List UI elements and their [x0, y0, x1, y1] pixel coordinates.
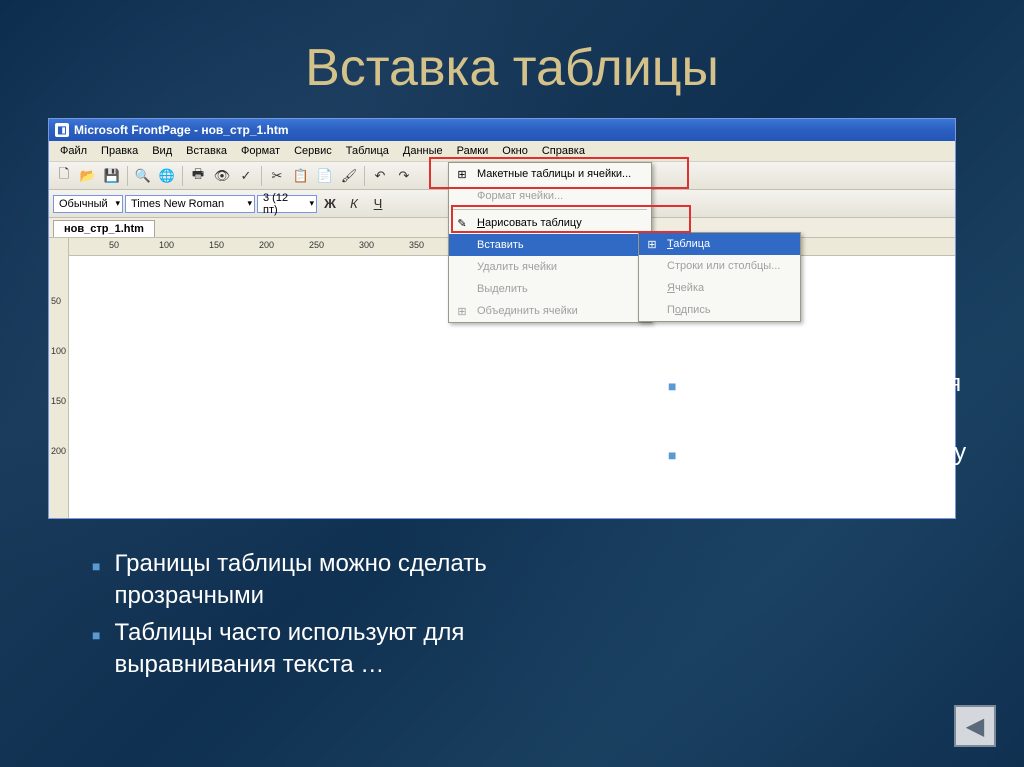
table-dropdown-menu: ⊞ Макетные таблицы и ячейки... Формат яч…	[448, 162, 652, 323]
spell-icon[interactable]: ✓	[235, 165, 257, 187]
menu-merge-cells: ⊞ Объединить ячейки	[449, 300, 651, 322]
font-dropdown[interactable]: Times New Roman	[125, 195, 255, 213]
underline-icon[interactable]: Ч	[367, 193, 389, 215]
format-painter-icon[interactable]: 🖌	[338, 165, 360, 187]
slide-title: Вставка таблицы	[0, 0, 1024, 98]
submenu-table[interactable]: ⊞ Таблица	[639, 233, 800, 255]
menu-draw-table[interactable]: ✎ Нарисовать таблицу	[449, 212, 651, 234]
bullet-icon: ■	[668, 377, 676, 433]
cut-icon[interactable]: ✂	[266, 165, 288, 187]
document-tab[interactable]: нов_стр_1.htm	[53, 220, 155, 237]
publish-icon[interactable]: 🌐	[156, 165, 178, 187]
menu-frames[interactable]: Рамки	[450, 143, 496, 159]
bullet-text: Таблицы часто используют для выравнивани…	[114, 617, 562, 682]
menu-insert[interactable]: Вставка	[179, 143, 234, 159]
insert-submenu: ⊞ Таблица Строки или столбцы... Ячейка П…	[638, 232, 801, 322]
bullet-text: Или нарисовать таблицу самому	[690, 437, 968, 502]
redo-icon[interactable]: ↷	[393, 165, 415, 187]
menu-layout-tables[interactable]: ⊞ Макетные таблицы и ячейки...	[449, 163, 651, 185]
menu-table[interactable]: Таблица	[339, 143, 396, 159]
new-icon[interactable]: 🗋	[53, 165, 75, 187]
menu-insert[interactable]: Вставить ▶	[449, 234, 651, 256]
prev-slide-button[interactable]: ◀	[954, 705, 996, 747]
bold-icon[interactable]: Ж	[319, 193, 341, 215]
size-dropdown[interactable]: 3 (12 пт)	[257, 195, 317, 213]
bullet-icon: ■	[668, 446, 676, 502]
print-icon[interactable]: 🖶	[187, 165, 209, 187]
menu-edit[interactable]: Правка	[94, 143, 145, 159]
menu-view[interactable]: Вид	[145, 143, 179, 159]
window-title: Microsoft FrontPage - нов_стр_1.htm	[74, 123, 289, 137]
italic-icon[interactable]: К	[343, 193, 365, 215]
app-icon: ◧	[55, 123, 69, 137]
search-icon[interactable]: 🔍	[132, 165, 154, 187]
pencil-icon: ✎	[453, 215, 471, 231]
merge-icon: ⊞	[453, 303, 471, 319]
table-icon: ⊞	[643, 236, 661, 252]
paste-icon[interactable]: 📄	[314, 165, 336, 187]
preview-icon[interactable]: 👁	[211, 165, 233, 187]
bullet-icon: ■	[92, 557, 100, 613]
bullets-right: ■ Можно воспользоваться макетной таблице…	[668, 368, 968, 506]
bullet-text: Границы таблицы можно сделать прозрачным…	[114, 548, 562, 613]
open-icon[interactable]: 📂	[77, 165, 99, 187]
menu-delete-cells: Удалить ячейки	[449, 256, 651, 278]
save-icon[interactable]: 💾	[101, 165, 123, 187]
submenu-caption: Подпись	[639, 299, 800, 321]
vertical-ruler: 50 100 150 200	[49, 238, 69, 518]
menu-cell-format: Формат ячейки...	[449, 185, 651, 207]
bullet-text: Можно воспользоваться макетной таблицей	[690, 368, 968, 433]
layout-icon: ⊞	[453, 166, 471, 182]
menu-tools[interactable]: Сервис	[287, 143, 339, 159]
submenu-cell: Ячейка	[639, 277, 800, 299]
menu-select: Выделить ▶	[449, 278, 651, 300]
menu-data[interactable]: Данные	[396, 143, 450, 159]
menu-format[interactable]: Формат	[234, 143, 287, 159]
submenu-rows-cols: Строки или столбцы...	[639, 255, 800, 277]
titlebar: ◧ Microsoft FrontPage - нов_стр_1.htm	[49, 119, 955, 141]
menu-window[interactable]: Окно	[495, 143, 535, 159]
menu-help[interactable]: Справка	[535, 143, 592, 159]
copy-icon[interactable]: 📋	[290, 165, 312, 187]
bullets-left: ■ Границы таблицы можно сделать прозрачн…	[92, 548, 562, 686]
bullet-icon: ■	[92, 626, 100, 682]
menubar: Файл Правка Вид Вставка Формат Сервис Та…	[49, 141, 955, 162]
menu-file[interactable]: Файл	[53, 143, 94, 159]
undo-icon[interactable]: ↶	[369, 165, 391, 187]
style-dropdown[interactable]: Обычный	[53, 195, 123, 213]
